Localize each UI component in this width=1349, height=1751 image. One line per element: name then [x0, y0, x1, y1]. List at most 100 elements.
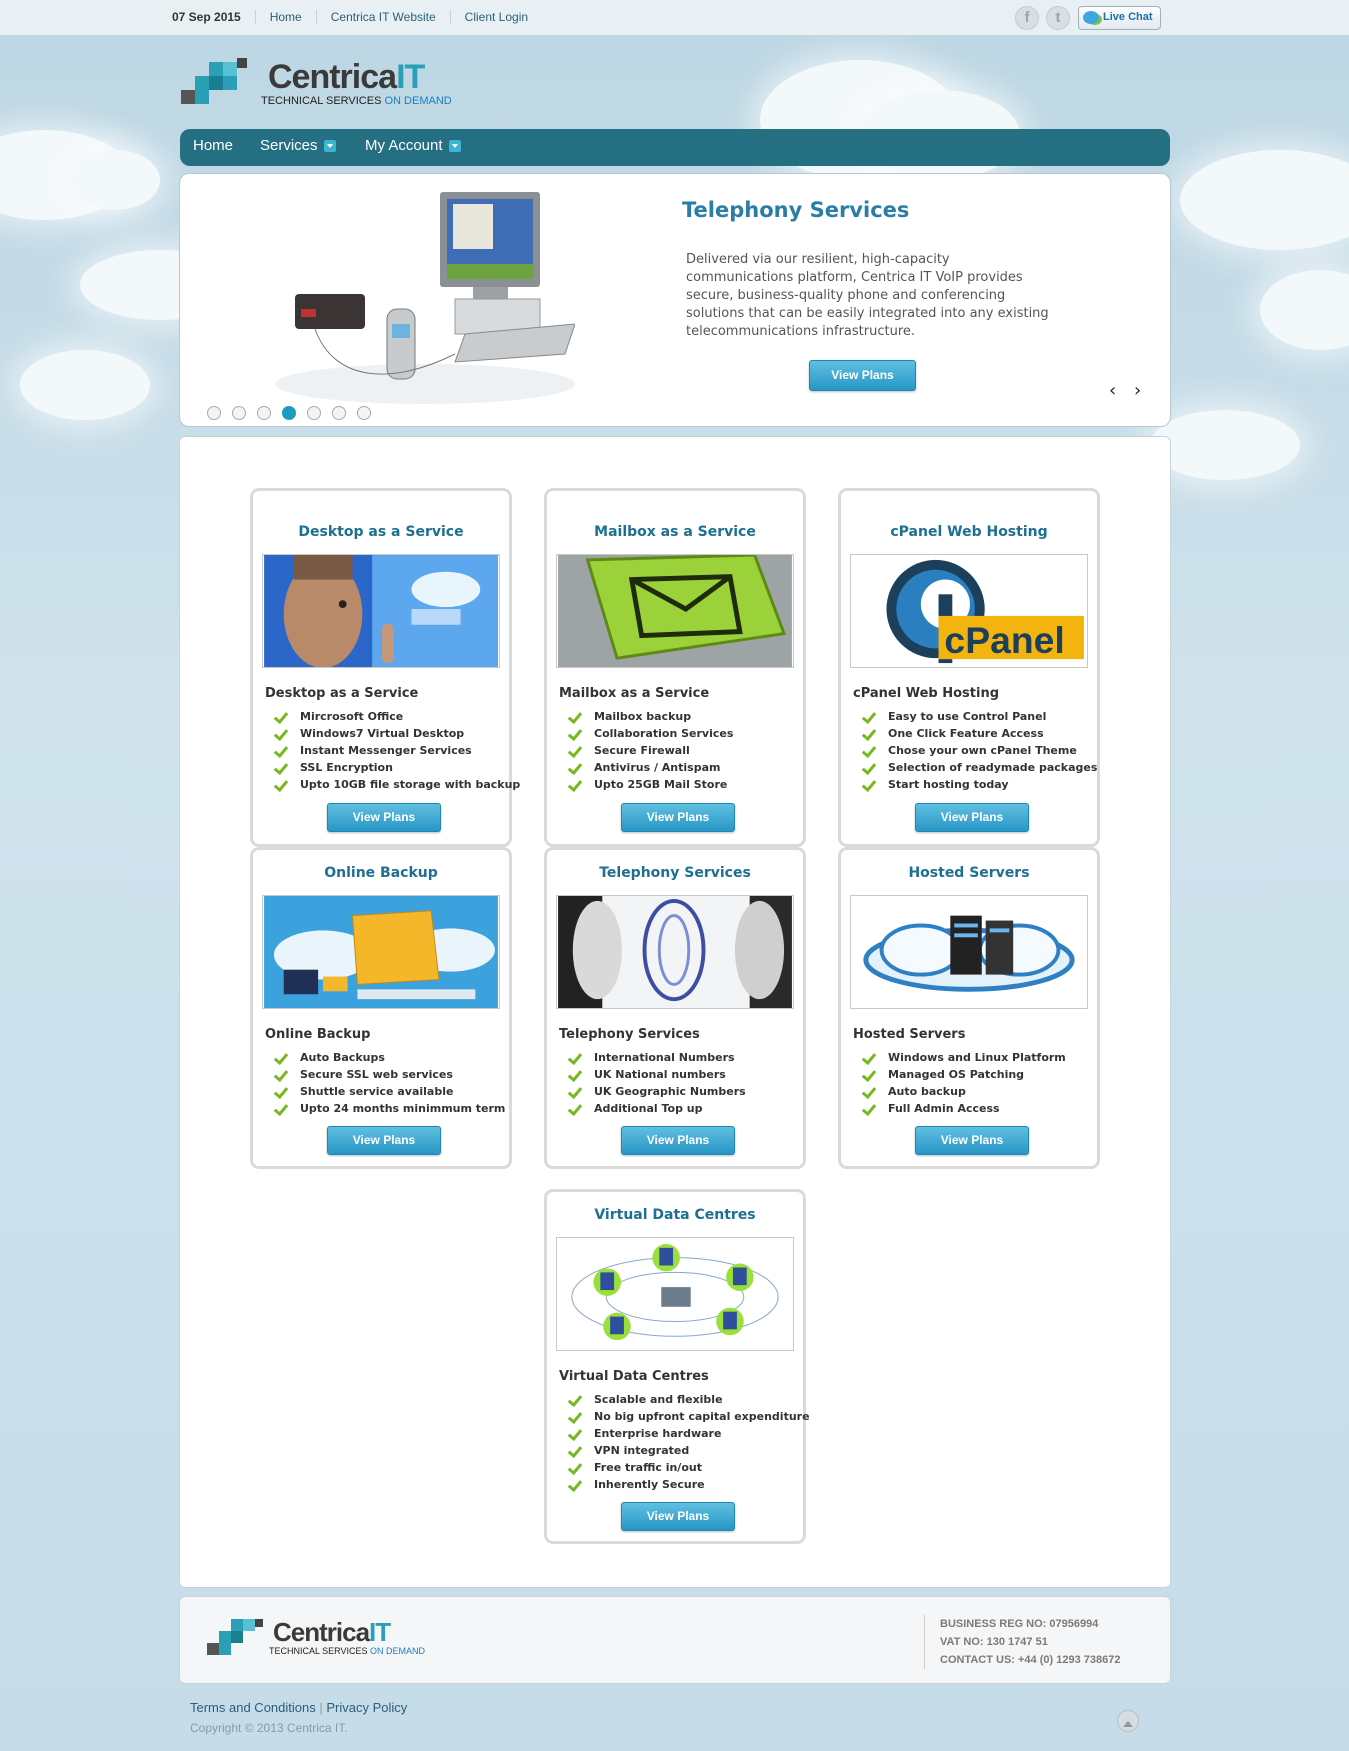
footer-logo[interactable]: CentricaIT TECHNICAL SERVICES ON DEMAND — [207, 1617, 425, 1661]
slider-prev-icon[interactable]: ‹ — [1109, 380, 1116, 401]
view-plans-button[interactable]: View Plans — [327, 803, 441, 832]
privacy-link[interactable]: Privacy Policy — [326, 1700, 407, 1715]
feature-item: Full Admin Access — [863, 1102, 1066, 1119]
service-card-mailbox: Mailbox as a Service Mailbox as a Servic… — [544, 488, 806, 847]
feature-item: Mailbox backup — [569, 710, 733, 727]
telephony-hero-image — [275, 184, 575, 404]
feature-item: Enterprise hardware — [569, 1427, 810, 1444]
card-subtitle: Telephony Services — [559, 1027, 700, 1042]
feature-item: VPN integrated — [569, 1444, 810, 1461]
view-plans-button[interactable]: View Plans — [327, 1126, 441, 1155]
top-link-client-login[interactable]: Client Login — [449, 10, 542, 24]
logo-brand-accent: IT — [396, 58, 425, 96]
service-card-virtual-data-centres: Virtual Data Centres Virtual Data Centre… — [544, 1189, 810, 1544]
card-title: cPanel Web Hosting — [890, 524, 1048, 540]
twitter-icon[interactable]: t — [1046, 6, 1070, 30]
feature-item: Additional Top up — [569, 1102, 746, 1119]
facebook-icon[interactable]: f — [1015, 6, 1039, 30]
service-card-online-backup: Online Backup Online Backup Auto Backups… — [250, 847, 512, 1169]
card-subtitle: Hosted Servers — [853, 1027, 966, 1042]
feature-item: Selection of readymade packages — [863, 761, 1097, 778]
card-subtitle: Desktop as a Service — [265, 686, 419, 701]
main-nav: Home Services My Account — [180, 129, 1170, 166]
card-title: Mailbox as a Service — [594, 524, 756, 540]
nav-my-account[interactable]: My Account — [365, 137, 461, 154]
nav-services[interactable]: Services — [260, 137, 336, 154]
scroll-to-top-icon[interactable] — [1117, 1710, 1139, 1732]
feature-list: Auto Backups Secure SSL web services Shu… — [275, 1051, 505, 1119]
service-card-cpanel: cPanel Web Hosting cPanel cPanel Web Hos… — [838, 488, 1100, 847]
terms-link[interactable]: Terms and Conditions — [190, 1700, 316, 1715]
feature-item: Secure Firewall — [569, 744, 733, 761]
card-subtitle: Virtual Data Centres — [559, 1369, 709, 1384]
cpanel-logo-text: cPanel — [944, 619, 1064, 661]
feature-list: International Numbers UK National number… — [569, 1051, 746, 1119]
chat-bubble-icon — [1083, 11, 1099, 24]
card-subtitle: cPanel Web Hosting — [853, 686, 1000, 701]
online-backup-image — [262, 895, 500, 1009]
mailbox-service-image — [556, 554, 794, 668]
feature-item: Chose your own cPanel Theme — [863, 744, 1097, 761]
slider-dot-2[interactable] — [232, 406, 246, 420]
logo-tagline-accent: ON DEMAND — [384, 95, 452, 107]
card-title: Virtual Data Centres — [594, 1207, 756, 1223]
top-link-website[interactable]: Centrica IT Website — [315, 10, 450, 24]
hosted-servers-image — [850, 895, 1088, 1009]
feature-item: Upto 10GB file storage with backup — [275, 778, 520, 795]
live-chat-button[interactable]: Live Chat — [1078, 6, 1161, 30]
feature-item: International Numbers — [569, 1051, 746, 1068]
feature-item: Upto 25GB Mail Store — [569, 778, 733, 795]
feature-item: No big upfront capital expenditure — [569, 1410, 810, 1427]
card-subtitle: Mailbox as a Service — [559, 686, 710, 701]
slider-next-icon[interactable]: › — [1134, 380, 1141, 401]
logo-tagline-main: TECHNICAL SERVICES — [269, 1646, 368, 1656]
feature-list: Easy to use Control Panel One Click Feat… — [863, 710, 1097, 795]
feature-item: Windows7 Virtual Desktop — [275, 727, 520, 744]
business-reg: BUSINESS REG NO: 07956994 — [940, 1618, 1099, 1630]
hero-slider: Telephony Services Delivered via our res… — [179, 173, 1171, 427]
vat-number: VAT NO: 130 1747 51 — [940, 1636, 1048, 1648]
telephony-service-image — [556, 895, 794, 1009]
feature-item: UK National numbers — [569, 1068, 746, 1085]
feature-item: Inherently Secure — [569, 1478, 810, 1495]
feature-item: Antivirus / Antispam — [569, 761, 733, 778]
site-logo[interactable]: CentricaIT TECHNICAL SERVICES ON DEMAND — [181, 58, 452, 110]
slide-title: Telephony Services — [682, 198, 910, 222]
feature-item: Free traffic in/out — [569, 1461, 810, 1478]
feature-list: Mircrosoft Office Windows7 Virtual Deskt… — [275, 710, 520, 795]
card-title: Hosted Servers — [908, 865, 1030, 881]
feature-item: Windows and Linux Platform — [863, 1051, 1066, 1068]
slider-dot-6[interactable] — [332, 406, 346, 420]
feature-item: Instant Messenger Services — [275, 744, 520, 761]
view-plans-button[interactable]: View Plans — [915, 803, 1029, 832]
slider-dot-5[interactable] — [307, 406, 321, 420]
view-plans-button[interactable]: View Plans — [621, 803, 735, 832]
desktop-service-image — [262, 554, 500, 668]
feature-item: Collaboration Services — [569, 727, 733, 744]
feature-item: Upto 24 months minimmum term — [275, 1102, 505, 1119]
slide-view-plans-button[interactable]: View Plans — [809, 360, 916, 391]
slider-dot-3[interactable] — [257, 406, 271, 420]
nav-home[interactable]: Home — [193, 137, 233, 154]
current-date: 07 Sep 2015 — [172, 10, 241, 24]
slider-dot-4[interactable] — [282, 406, 296, 420]
slider-dot-7[interactable] — [357, 406, 371, 420]
footer-links: Terms and Conditions | Privacy Policy — [190, 1700, 407, 1715]
top-link-home[interactable]: Home — [254, 10, 316, 24]
card-title: Desktop as a Service — [298, 524, 464, 540]
feature-item: Easy to use Control Panel — [863, 710, 1097, 727]
feature-item: UK Geographic Numbers — [569, 1085, 746, 1102]
view-plans-button[interactable]: View Plans — [915, 1126, 1029, 1155]
live-chat-label: Live Chat — [1103, 11, 1153, 23]
feature-list: Mailbox backup Collaboration Services Se… — [569, 710, 733, 795]
services-panel: Desktop as a Service Desktop as a Servic… — [179, 436, 1171, 1588]
view-plans-button[interactable]: View Plans — [621, 1502, 735, 1531]
card-title: Online Backup — [324, 865, 438, 881]
feature-item: Secure SSL web services — [275, 1068, 505, 1085]
slider-dot-1[interactable] — [207, 406, 221, 420]
view-plans-button[interactable]: View Plans — [621, 1126, 735, 1155]
logo-tagline-accent: ON DEMAND — [370, 1646, 426, 1656]
logo-brand-main: Centrica — [268, 58, 397, 96]
dropdown-arrow-icon — [323, 140, 336, 152]
contact-phone: CONTACT US: +44 (0) 1293 738672 — [940, 1654, 1121, 1666]
